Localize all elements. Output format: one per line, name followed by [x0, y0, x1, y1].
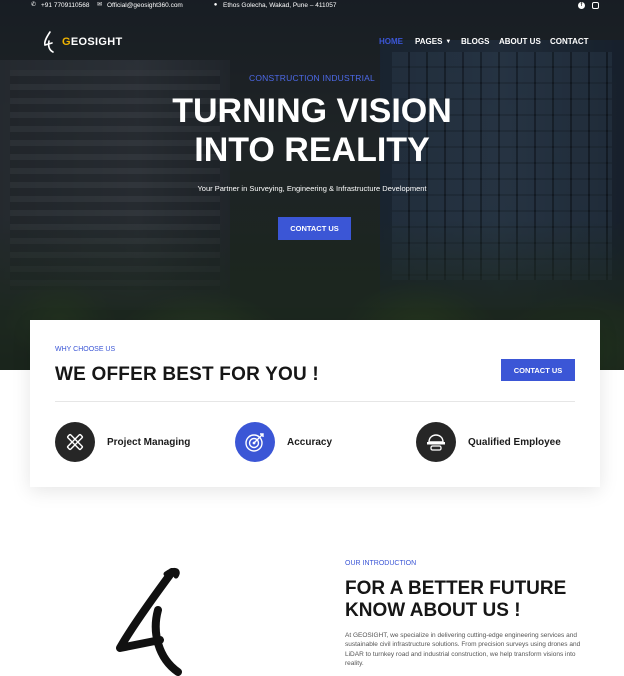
topbar-email[interactable]: ✉ Official@geosight360.com — [96, 2, 183, 9]
why-choose-us-card: WHY CHOOSE US WE OFFER BEST FOR YOU ! CO… — [30, 320, 600, 487]
envelope-icon: ✉ — [96, 2, 103, 8]
hero-kicker: CONSTRUCTION INDUSTRIAL — [249, 73, 375, 83]
hard-hat-icon — [416, 422, 456, 462]
brand-signature-icon — [116, 567, 182, 676]
topbar-address: ● Ethos Golecha, Wakad, Pune – 411057 — [213, 2, 337, 9]
topbar-phone[interactable]: ✆ +91 7709110568 — [30, 2, 90, 9]
caret-down-icon: ▼ — [445, 39, 452, 45]
why-contact-button[interactable]: CONTACT US — [501, 359, 575, 381]
brand-name: GEOSIGHT — [62, 36, 123, 48]
hero-subline: Your Partner in Surveying, Engineering &… — [197, 184, 427, 193]
instagram-icon[interactable] — [592, 2, 599, 9]
target-icon — [235, 422, 275, 462]
why-subtitle: WHY CHOOSE US — [55, 346, 116, 353]
hero-banner: ✆ +91 7709110568 ✉ Official@geosight360.… — [0, 0, 624, 370]
why-title: WE OFFER BEST FOR YOU ! — [55, 364, 319, 385]
nav-pages[interactable]: PAGES ▼ — [415, 37, 451, 46]
hero-contact-button[interactable]: CONTACT US — [278, 217, 351, 240]
nav-about[interactable]: ABOUT US — [499, 37, 541, 46]
intro-body: At GEOSIGHT, we specialize in delivering… — [345, 632, 581, 667]
brand-logo[interactable]: GEOSIGHT — [42, 30, 122, 54]
nav-blogs[interactable]: BLOGS — [461, 37, 489, 46]
feature-accuracy: Accuracy — [235, 422, 332, 462]
location-pin-icon: ● — [213, 2, 218, 8]
logo-mark-icon — [43, 31, 54, 53]
phone-icon: ✆ — [30, 2, 37, 8]
divider — [55, 401, 575, 402]
feature-qualified-employee: Qualified Employee — [416, 422, 561, 462]
top-bar: ✆ +91 7709110568 ✉ Official@geosight360.… — [0, 0, 624, 12]
facebook-icon[interactable]: f — [578, 2, 585, 9]
nav-home[interactable]: HOME — [379, 37, 403, 46]
intro-title: FOR A BETTER FUTURE KNOW ABOUT US ! — [345, 578, 567, 621]
feature-project-managing: Project Managing — [55, 422, 190, 462]
nav-contact[interactable]: CONTACT — [550, 37, 589, 46]
tools-icon — [55, 422, 95, 462]
intro-subtitle: OUR INTRODUCTION — [345, 560, 417, 567]
hero-headline: TURNING VISION INTO REALITY — [172, 92, 452, 169]
